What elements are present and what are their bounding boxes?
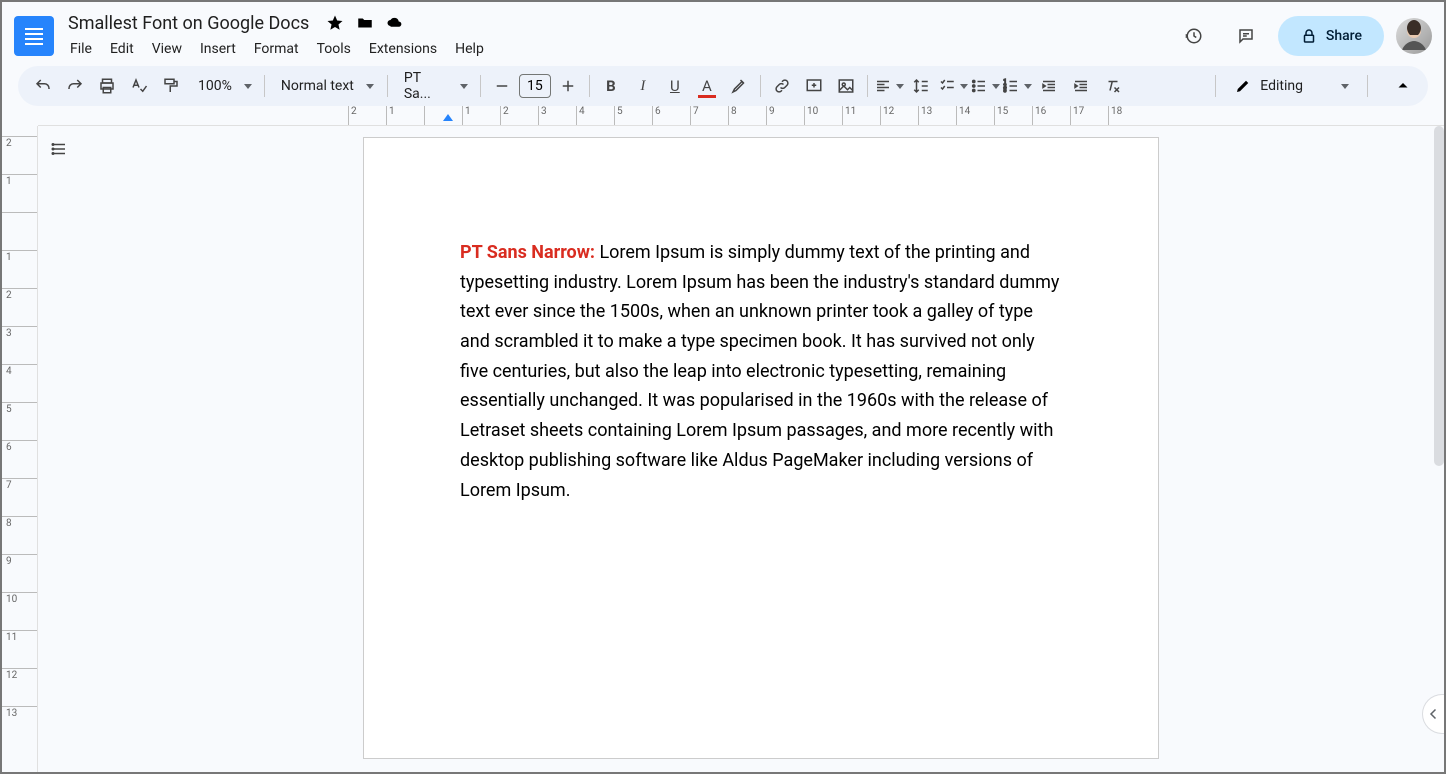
collapse-toolbar-button[interactable] xyxy=(1388,71,1418,101)
editing-mode-dropdown[interactable]: Editing xyxy=(1228,77,1355,95)
menu-insert[interactable]: Insert xyxy=(192,39,244,63)
decrease-indent-button[interactable] xyxy=(1034,71,1064,101)
insert-comment-button[interactable] xyxy=(799,71,829,101)
text-color-button[interactable]: A xyxy=(692,71,722,101)
highlight-button[interactable] xyxy=(724,71,754,101)
star-icon[interactable] xyxy=(325,13,345,33)
caret-icon xyxy=(896,84,904,89)
underline-button[interactable]: U xyxy=(660,71,690,101)
font-size-input[interactable]: 15 xyxy=(519,74,551,98)
print-button[interactable] xyxy=(92,71,122,101)
italic-button[interactable]: I xyxy=(628,71,658,101)
vertical-scrollbar[interactable] xyxy=(1434,126,1444,466)
caret-icon xyxy=(992,84,1000,89)
menu-format[interactable]: Format xyxy=(246,39,307,63)
caret-icon xyxy=(244,84,252,89)
separator xyxy=(589,75,590,97)
document-content[interactable]: PT Sans Narrow: Lorem Ipsum is simply du… xyxy=(460,238,1062,505)
bold-button[interactable]: B xyxy=(596,71,626,101)
zoom-value: 100% xyxy=(194,78,236,94)
separator xyxy=(387,75,388,97)
title-area: Smallest Font on Google Docs File Edit V… xyxy=(62,9,1174,63)
paragraph-style-dropdown[interactable]: Normal text xyxy=(271,78,381,94)
comments-icon[interactable] xyxy=(1226,16,1266,56)
style-value: Normal text xyxy=(277,78,358,94)
separator xyxy=(1215,75,1216,97)
font-value: PT Sa... xyxy=(400,70,452,102)
pencil-icon xyxy=(1234,77,1252,95)
separator xyxy=(867,75,868,97)
redo-button[interactable] xyxy=(60,71,90,101)
horizontal-ruler[interactable]: 21123456789101112131415161718 xyxy=(38,106,1444,126)
insert-image-button[interactable] xyxy=(831,71,861,101)
menu-file[interactable]: File xyxy=(62,39,100,63)
font-label: PT Sans Narrow: xyxy=(460,242,599,263)
separator xyxy=(1367,75,1368,97)
menu-edit[interactable]: Edit xyxy=(102,39,142,63)
toolbar: 100% Normal text PT Sa... 15 B I U A 123… xyxy=(18,66,1428,106)
line-spacing-button[interactable] xyxy=(906,71,936,101)
move-folder-icon[interactable] xyxy=(355,13,375,33)
outline-icon[interactable] xyxy=(50,140,74,164)
font-family-dropdown[interactable]: PT Sa... xyxy=(394,70,474,102)
checklist-button[interactable] xyxy=(938,71,968,101)
separator xyxy=(264,75,265,97)
svg-text:3: 3 xyxy=(1003,88,1006,94)
document-title[interactable]: Smallest Font on Google Docs xyxy=(62,11,315,36)
separator xyxy=(480,75,481,97)
body-text: Lorem Ipsum is simply dummy text of the … xyxy=(460,242,1059,501)
numbered-list-button[interactable]: 123 xyxy=(1002,71,1032,101)
caret-icon xyxy=(960,84,968,89)
menu-tools[interactable]: Tools xyxy=(309,39,359,63)
lock-icon xyxy=(1300,27,1318,45)
separator xyxy=(760,75,761,97)
bulleted-list-button[interactable] xyxy=(970,71,1000,101)
caret-icon xyxy=(1024,84,1032,89)
spellcheck-button[interactable] xyxy=(124,71,154,101)
workspace: 2112345678910111213 PT Sans Narrow: Lore… xyxy=(2,126,1444,772)
menu-extensions[interactable]: Extensions xyxy=(361,39,445,63)
history-icon[interactable] xyxy=(1174,16,1214,56)
caret-icon xyxy=(366,84,374,89)
outline-panel xyxy=(38,126,78,772)
decrease-font-button[interactable] xyxy=(487,71,517,101)
indent-marker-icon[interactable] xyxy=(443,114,453,121)
zoom-dropdown[interactable]: 100% xyxy=(188,78,258,94)
align-button[interactable] xyxy=(874,71,904,101)
clear-formatting-button[interactable] xyxy=(1098,71,1128,101)
menu-view[interactable]: View xyxy=(144,39,190,63)
menu-bar: File Edit View Insert Format Tools Exten… xyxy=(62,39,1174,63)
vertical-ruler[interactable]: 2112345678910111213 xyxy=(2,126,38,772)
header-right: Share xyxy=(1174,16,1432,56)
increase-font-button[interactable] xyxy=(553,71,583,101)
insert-link-button[interactable] xyxy=(767,71,797,101)
title-row: Smallest Font on Google Docs xyxy=(62,9,1174,37)
toolbar-right: Editing xyxy=(1211,71,1418,101)
share-button[interactable]: Share xyxy=(1278,16,1384,56)
undo-button[interactable] xyxy=(28,71,58,101)
page[interactable]: PT Sans Narrow: Lorem Ipsum is simply du… xyxy=(364,138,1158,758)
cloud-status-icon[interactable] xyxy=(385,13,405,33)
share-label: Share xyxy=(1326,28,1362,44)
docs-logo-icon[interactable] xyxy=(14,16,54,56)
app-header: Smallest Font on Google Docs File Edit V… xyxy=(2,2,1444,66)
menu-help[interactable]: Help xyxy=(447,39,492,63)
account-avatar[interactable] xyxy=(1396,18,1432,54)
document-canvas[interactable]: PT Sans Narrow: Lorem Ipsum is simply du… xyxy=(78,126,1444,772)
caret-icon xyxy=(460,84,468,89)
increase-indent-button[interactable] xyxy=(1066,71,1096,101)
editing-mode-label: Editing xyxy=(1256,78,1307,94)
caret-icon xyxy=(1341,84,1349,89)
paint-format-button[interactable] xyxy=(156,71,186,101)
